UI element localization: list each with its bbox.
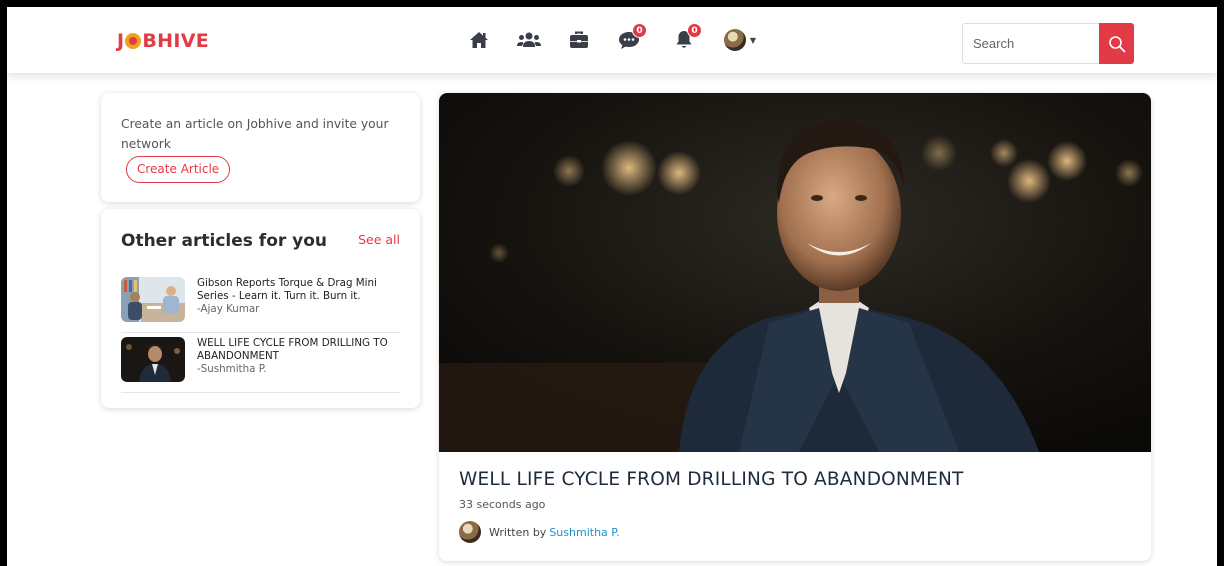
article-hero-image	[439, 93, 1151, 452]
create-article-button[interactable]: Create Article	[126, 156, 231, 183]
logo-o-icon	[125, 33, 142, 49]
see-all-link[interactable]: See all	[358, 232, 400, 247]
article-thumbnail	[121, 337, 185, 382]
notifications-badge: 0	[687, 23, 702, 38]
search-icon	[1108, 35, 1125, 52]
main-article-card: WELL LIFE CYCLE FROM DRILLING TO ABANDON…	[439, 93, 1151, 561]
page: J BHIVE 0 0 ▼ Search Create an article o…	[7, 7, 1217, 566]
article-author: -Ajay Kumar	[197, 303, 260, 315]
author-link[interactable]: Sushmitha P.	[549, 526, 619, 539]
logo-prefix: J	[117, 30, 125, 52]
article-thumbnail	[121, 277, 185, 322]
home-icon[interactable]	[465, 25, 493, 55]
logo-suffix: BHIVE	[142, 30, 210, 52]
network-icon[interactable]	[515, 25, 543, 55]
article-title: Gibson Reports Torque & Drag Mini Series…	[197, 277, 377, 302]
article-author: -Sushmitha P.	[197, 363, 267, 375]
article-title: WELL LIFE CYCLE FROM DRILLING TO ABANDON…	[197, 337, 388, 362]
article-list-item[interactable]: WELL LIFE CYCLE FROM DRILLING TO ABANDON…	[121, 337, 400, 393]
article-info: WELL LIFE CYCLE FROM DRILLING TO ABANDON…	[197, 337, 397, 376]
article-list-item[interactable]: Gibson Reports Torque & Drag Mini Series…	[121, 277, 400, 333]
article-timestamp: 33 seconds ago	[459, 498, 546, 511]
jobhive-logo[interactable]: J BHIVE	[117, 30, 209, 52]
written-by-label: Written by	[489, 525, 547, 539]
chevron-down-icon: ▼	[749, 35, 757, 45]
notifications-icon[interactable]: 0	[670, 23, 702, 55]
messages-badge: 0	[632, 23, 647, 38]
messages-icon[interactable]: 0	[615, 23, 647, 55]
profile-menu[interactable]: ▼	[720, 25, 760, 55]
search-input[interactable]	[962, 23, 1099, 64]
article-title: WELL LIFE CYCLE FROM DRILLING TO ABANDON…	[459, 469, 964, 490]
article-info: Gibson Reports Torque & Drag Mini Series…	[197, 277, 397, 316]
create-article-prompt: Create an article on Jobhive and invite …	[121, 117, 389, 151]
profile-avatar	[723, 29, 746, 51]
briefcase-icon[interactable]	[565, 25, 593, 55]
article-byline: Written by Sushmitha P.	[459, 521, 620, 543]
other-articles-card: Other articles for you See all Gibson Re…	[101, 209, 420, 408]
author-avatar	[459, 521, 481, 543]
navbar: J BHIVE 0 0 ▼	[7, 7, 1217, 73]
other-articles-title: Other articles for you	[121, 231, 328, 251]
create-article-card: Create an article on Jobhive and invite …	[101, 93, 420, 202]
search-button[interactable]	[1099, 23, 1134, 64]
